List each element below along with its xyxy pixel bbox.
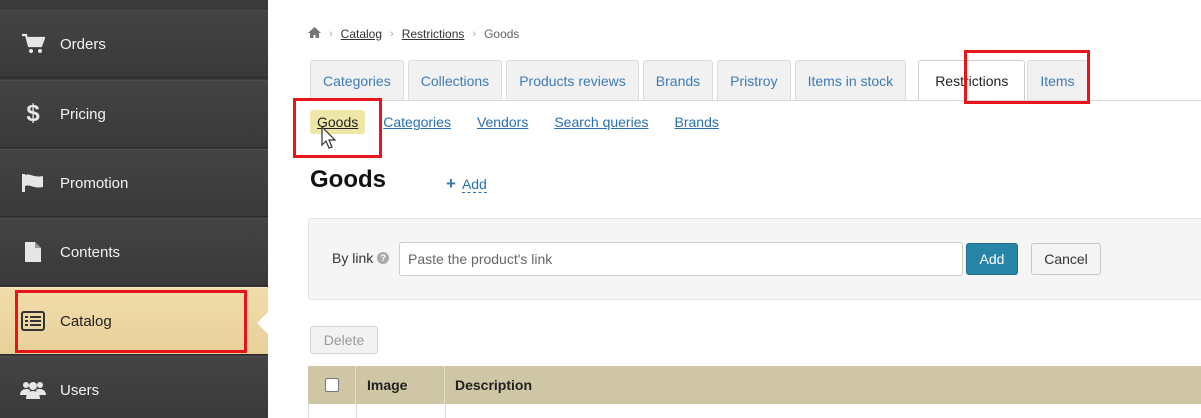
home-icon[interactable] [308,27,321,41]
breadcrumb-restrictions[interactable]: Restrictions [402,27,465,41]
breadcrumb-goods: Goods [484,27,520,41]
sidebar-item-label: Promotion [60,174,129,192]
sidebar-item-label: Orders [60,35,106,53]
add-goods-label: Add [461,175,487,193]
breadcrumb: › Catalog › Restrictions › Goods [308,27,519,41]
tab-items[interactable]: Items [1027,60,1088,100]
sidebar-item-catalog[interactable]: Catalog [0,287,268,355]
tab-categories[interactable]: Categories [310,60,404,100]
subnav-vendors[interactable]: Vendors [477,114,528,130]
product-link-input[interactable] [399,242,963,276]
sidebar-item-orders[interactable]: Orders [0,10,268,78]
sidebar-item-label: Contents [60,243,121,261]
select-all-cell [308,366,356,404]
table-row [308,404,1201,418]
sidebar-item-contents[interactable]: Contents [0,218,268,286]
tab-pristroy[interactable]: Pristroy [717,60,791,100]
sidebar-item-label: Catalog [60,312,112,330]
document-icon [20,239,46,265]
goods-table: Image Description [308,366,1201,418]
mouse-cursor-icon [321,126,337,149]
sidebar-item-label: Users [60,381,100,399]
breadcrumb-separator: › [390,28,394,40]
select-all-checkbox[interactable] [324,378,339,392]
table-cell [357,404,446,418]
tabs-divider [310,100,1201,101]
add-button[interactable]: Add [966,243,1018,275]
add-by-link-panel: By link ? Add Cancel [308,218,1201,300]
flag-icon [20,170,46,196]
cancel-button[interactable]: Cancel [1031,243,1101,275]
column-header-description: Description [455,377,533,393]
add-goods-link[interactable]: + Add [446,174,487,194]
tab-restrictions[interactable]: Restrictions [918,60,1026,100]
table-cell [446,404,1201,418]
breadcrumb-separator: › [472,28,477,40]
list-icon [20,308,46,334]
sidebar-item-users[interactable]: Users [0,356,268,418]
delete-button[interactable]: Delete [310,326,378,354]
breadcrumb-catalog[interactable]: Catalog [341,27,382,41]
catalog-tabs: Categories Collections Products reviews … [310,60,1092,100]
sidebar: Orders $ Pricing Promotion Contents Cata… [0,0,268,418]
column-header-image: Image [356,366,445,404]
breadcrumb-separator: › [329,28,333,40]
sidebar-item-label: Pricing [60,105,106,123]
by-link-label-group: By link ? [332,250,390,266]
tab-products-reviews[interactable]: Products reviews [506,60,639,100]
table-header: Image Description [308,366,1201,404]
cart-icon [20,31,46,57]
help-icon[interactable]: ? [377,252,390,264]
plus-icon: + [446,174,456,193]
page-title: Goods [310,166,386,193]
dollar-icon: $ [26,100,40,127]
by-link-label: By link [332,250,374,266]
restrictions-subnav: Goods Categories Vendors Search queries … [310,110,745,134]
tab-brands[interactable]: Brands [642,60,714,100]
tab-items-in-stock[interactable]: Items in stock [794,60,907,100]
subnav-search-queries[interactable]: Search queries [554,114,648,130]
subnav-categories[interactable]: Categories [383,114,451,130]
sidebar-item-promotion[interactable]: Promotion [0,149,268,217]
tab-collections[interactable]: Collections [407,60,503,100]
users-icon [20,377,46,403]
subnav-brands[interactable]: Brands [675,114,719,130]
table-cell [309,404,357,418]
sidebar-item-pricing[interactable]: $ Pricing [0,80,268,148]
